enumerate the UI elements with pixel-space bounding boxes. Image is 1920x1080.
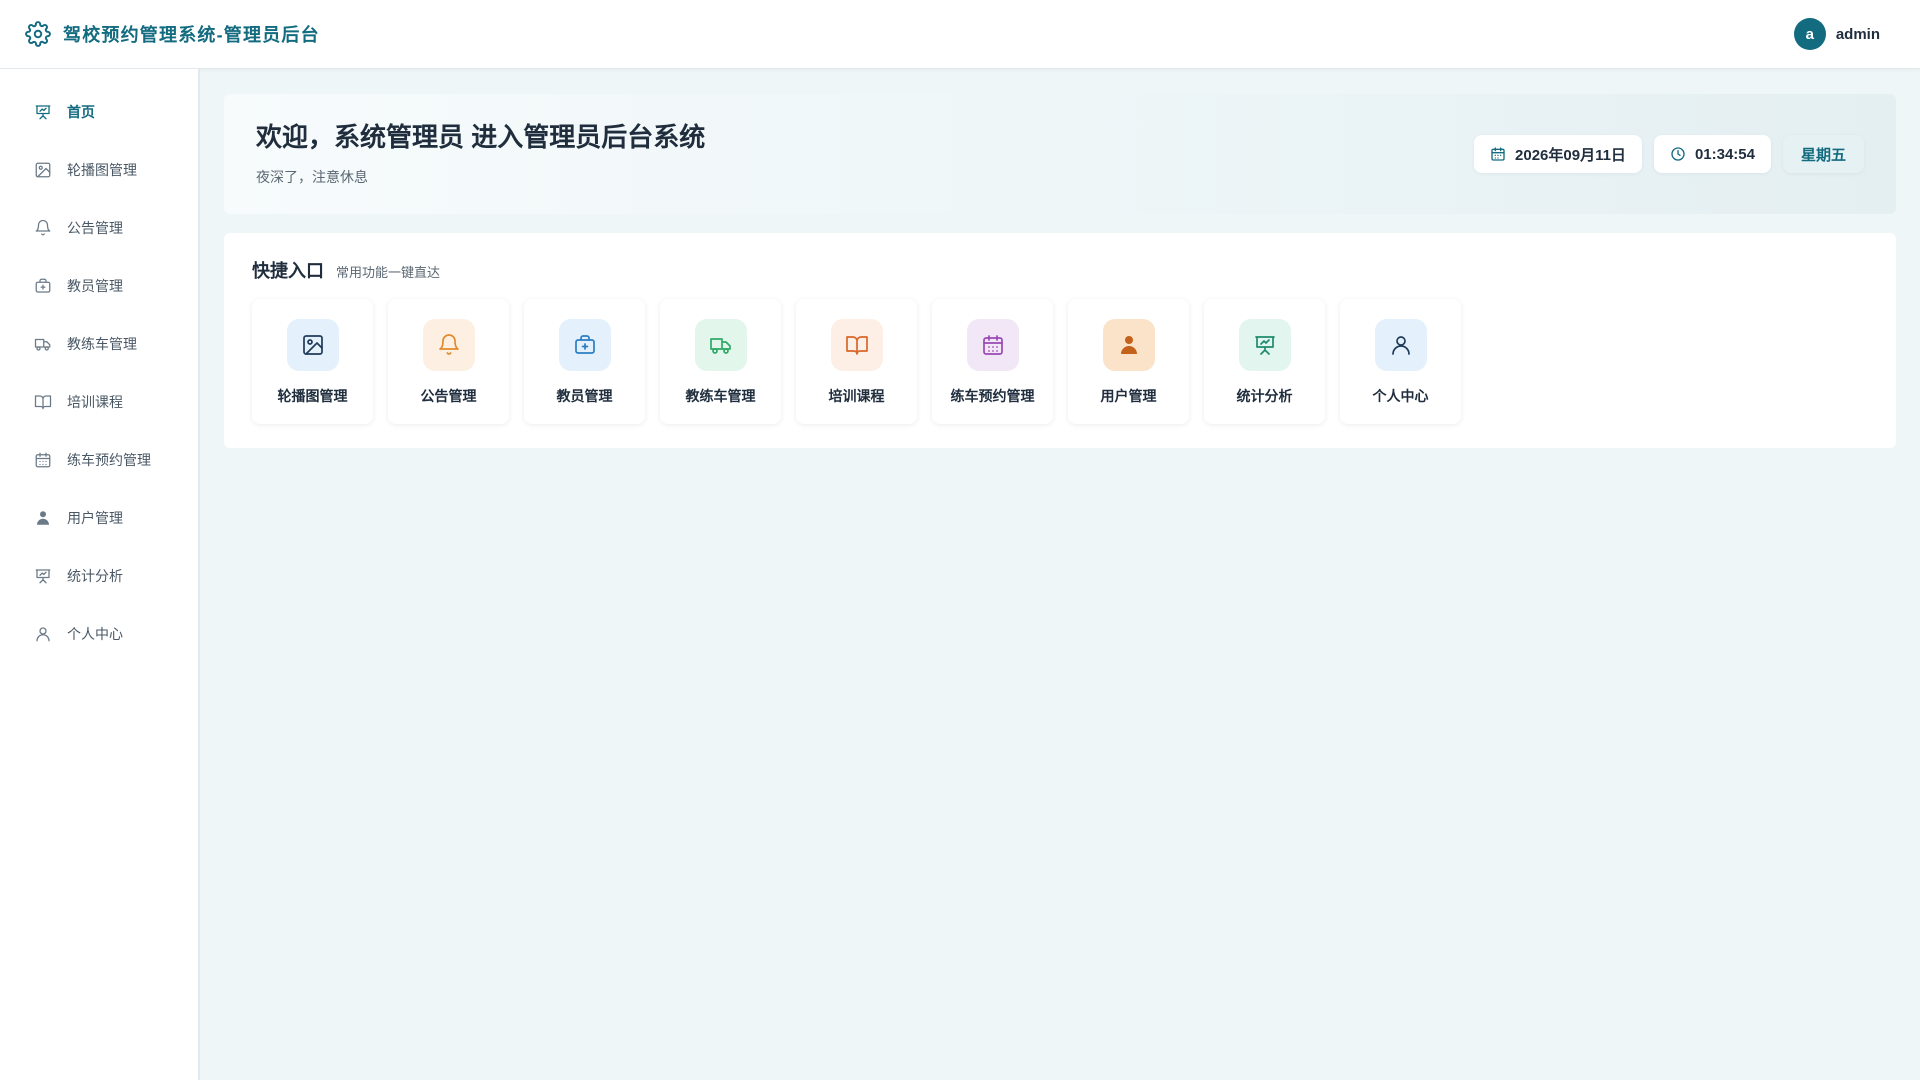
panel-header: 快捷入口 常用功能一键直达 [252, 257, 440, 283]
image-icon [34, 161, 52, 179]
sidebar-item-label: 教员管理 [67, 278, 123, 294]
quick-card-label: 公告管理 [420, 388, 477, 404]
top-header: 驾校预约管理系统-管理员后台 a admin [0, 0, 1920, 69]
user-icon [1374, 319, 1427, 371]
quick-card-stats[interactable]: 统计分析 [1204, 299, 1325, 424]
sidebar-item-label: 首页 [67, 104, 95, 120]
panel-title: 快捷入口 [252, 261, 324, 281]
user-menu[interactable]: a admin [1793, 18, 1895, 50]
quick-grid: 轮播图管理 公告管理 教员管理 教练车管理 培训课程 练车预约管理 用户管理 统… [252, 299, 1461, 424]
sidebar-item-users[interactable]: 用户管理 [0, 489, 198, 547]
bell-icon [34, 219, 52, 237]
gear-icon [25, 21, 51, 47]
sidebar-item-carousel[interactable]: 轮播图管理 [0, 141, 198, 199]
weekday-chip: 星期五 [1782, 135, 1864, 173]
user-icon [34, 625, 52, 643]
sidebar-item-label: 个人中心 [67, 626, 123, 642]
app-title: 驾校预约管理系统-管理员后台 [63, 25, 320, 45]
sidebar-item-home[interactable]: 首页 [0, 83, 198, 141]
quick-card-course[interactable]: 培训课程 [796, 299, 917, 424]
quick-card-users[interactable]: 用户管理 [1068, 299, 1189, 424]
book-icon [34, 393, 52, 411]
truck-icon [694, 319, 747, 371]
user-filled-icon [1102, 319, 1155, 371]
user-filled-icon [34, 509, 52, 527]
sidebar-item-label: 统计分析 [67, 568, 123, 584]
sidebar-item-label: 教练车管理 [67, 336, 137, 352]
brand: 驾校预约管理系统-管理员后台 [25, 21, 320, 47]
quick-card-label: 用户管理 [1100, 388, 1157, 404]
time-text: 01:34:54 [1694, 145, 1755, 163]
dashboard-icon [34, 103, 52, 121]
chart-board-icon [1238, 319, 1291, 371]
sidebar-item-label: 练车预约管理 [67, 452, 151, 468]
sidebar-item-notice[interactable]: 公告管理 [0, 199, 198, 257]
sidebar-item-label: 用户管理 [67, 510, 123, 526]
time-chip: 01:34:54 [1653, 135, 1771, 173]
username[interactable]: admin [1836, 26, 1880, 43]
sidebar-item-course[interactable]: 培训课程 [0, 373, 198, 431]
chart-board-icon [34, 567, 52, 585]
sidebar-item-label: 轮播图管理 [67, 162, 137, 178]
quick-card-carousel[interactable]: 轮播图管理 [252, 299, 373, 424]
quick-card-booking[interactable]: 练车预约管理 [932, 299, 1053, 424]
sidebar-item-instructor[interactable]: 教员管理 [0, 257, 198, 315]
quick-card-instructor[interactable]: 教员管理 [524, 299, 645, 424]
quick-card-profile[interactable]: 个人中心 [1340, 299, 1461, 424]
book-icon [830, 319, 883, 371]
calendar-icon [1490, 146, 1506, 162]
sidebar-item-stats[interactable]: 统计分析 [0, 547, 198, 605]
sidebar-item-label: 培训课程 [67, 394, 123, 410]
avatar[interactable]: a [1793, 18, 1826, 50]
medical-bag-icon [34, 277, 52, 295]
calendar-icon [34, 451, 52, 469]
weekday-text: 星期五 [1800, 146, 1846, 164]
panel-subtitle: 常用功能一键直达 [336, 265, 441, 280]
sidebar-item-vehicle[interactable]: 教练车管理 [0, 315, 198, 373]
datetime-chips: 2026年09月11日 01:34:54 星期五 [1474, 135, 1864, 173]
sidebar: 首页 轮播图管理 公告管理 教员管理 教练车管理 培训课程 练车预约管理 用户管… [0, 69, 200, 1080]
bell-icon [422, 319, 475, 371]
welcome-banner: 欢迎，系统管理员 进入管理员后台系统 夜深了，注意休息 2026年09月11日 … [224, 94, 1896, 214]
quick-card-label: 个人中心 [1372, 388, 1429, 404]
quick-card-label: 教员管理 [556, 388, 613, 404]
clock-icon [1670, 146, 1686, 162]
image-icon [286, 319, 339, 371]
calendar-icon [966, 319, 1019, 371]
medical-bag-icon [558, 319, 611, 371]
sidebar-item-label: 公告管理 [67, 220, 123, 236]
sidebar-item-booking[interactable]: 练车预约管理 [0, 431, 198, 489]
quick-card-label: 教练车管理 [685, 388, 756, 404]
truck-icon [34, 335, 52, 353]
date-text: 2026年09月11日 [1515, 146, 1626, 164]
quick-card-vehicle[interactable]: 教练车管理 [660, 299, 781, 424]
date-chip: 2026年09月11日 [1474, 135, 1642, 173]
quick-card-notice[interactable]: 公告管理 [388, 299, 509, 424]
quick-card-label: 练车预约管理 [950, 388, 1035, 404]
quick-card-label: 统计分析 [1236, 388, 1293, 404]
sidebar-item-profile[interactable]: 个人中心 [0, 605, 198, 663]
quick-card-label: 轮播图管理 [277, 388, 348, 404]
quick-card-label: 培训课程 [828, 388, 885, 404]
quick-access-panel: 快捷入口 常用功能一键直达 轮播图管理 公告管理 教员管理 教练车管理 培训课程… [224, 233, 1896, 448]
